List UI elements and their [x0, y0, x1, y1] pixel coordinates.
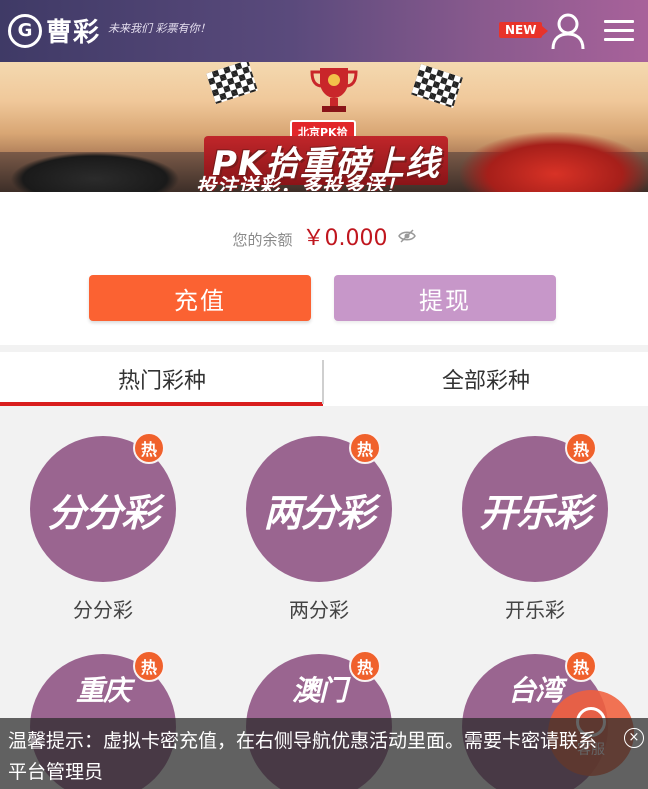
- tab-divider: [322, 360, 324, 404]
- user-icon[interactable]: [550, 12, 586, 50]
- close-circle-icon[interactable]: ×: [624, 728, 644, 748]
- notice-bar: 温馨提示：虚拟卡密充值，在右侧导航优惠活动里面。需要卡密请联系平台管理员: [0, 718, 648, 789]
- logo[interactable]: G 曹彩 未来我们 彩票有你！: [8, 12, 211, 49]
- hot-badge: 热: [349, 432, 381, 464]
- logo-mark: G: [8, 13, 42, 48]
- hamburger-menu-icon[interactable]: [604, 20, 634, 42]
- logo-text: 曹彩: [46, 18, 101, 48]
- recharge-button[interactable]: 充值: [89, 275, 311, 321]
- checkered-flag-left-icon: [206, 62, 258, 105]
- lottery-name: 两分彩: [289, 598, 349, 622]
- tab-hot-lottery[interactable]: 热门彩种: [0, 352, 324, 406]
- lottery-name: 开乐彩: [505, 598, 565, 622]
- hot-badge: 热: [565, 432, 597, 464]
- hot-badge: 热: [133, 650, 165, 682]
- checkered-flag-right-icon: [411, 63, 463, 109]
- hot-badge: 热: [133, 432, 165, 464]
- balance-label: 您的余额: [232, 231, 293, 249]
- lottery-tabs: 热门彩种 全部彩种: [0, 352, 648, 406]
- app-header: G 曹彩 未来我们 彩票有你！ NEW: [0, 0, 648, 62]
- lottery-name: 分分彩: [73, 598, 133, 622]
- balance-row: 您的余额 ￥0.000: [0, 220, 648, 252]
- hot-badge: 热: [349, 650, 381, 682]
- eye-hidden-icon[interactable]: [397, 229, 416, 243]
- balance-value: ￥0.000: [302, 226, 388, 251]
- hot-badge: 热: [565, 650, 597, 682]
- withdraw-button[interactable]: 提现: [334, 275, 556, 321]
- banner-car-right: [460, 132, 648, 192]
- logo-slogan: 未来我们 彩票有你！: [108, 21, 211, 35]
- banner-car-left: [10, 152, 180, 192]
- trophy-icon: [310, 68, 358, 112]
- balance-card: 您的余额 ￥0.000 充值 提现: [0, 192, 648, 345]
- tab-all-lottery[interactable]: 全部彩种: [324, 352, 648, 406]
- new-badge[interactable]: NEW: [499, 22, 550, 38]
